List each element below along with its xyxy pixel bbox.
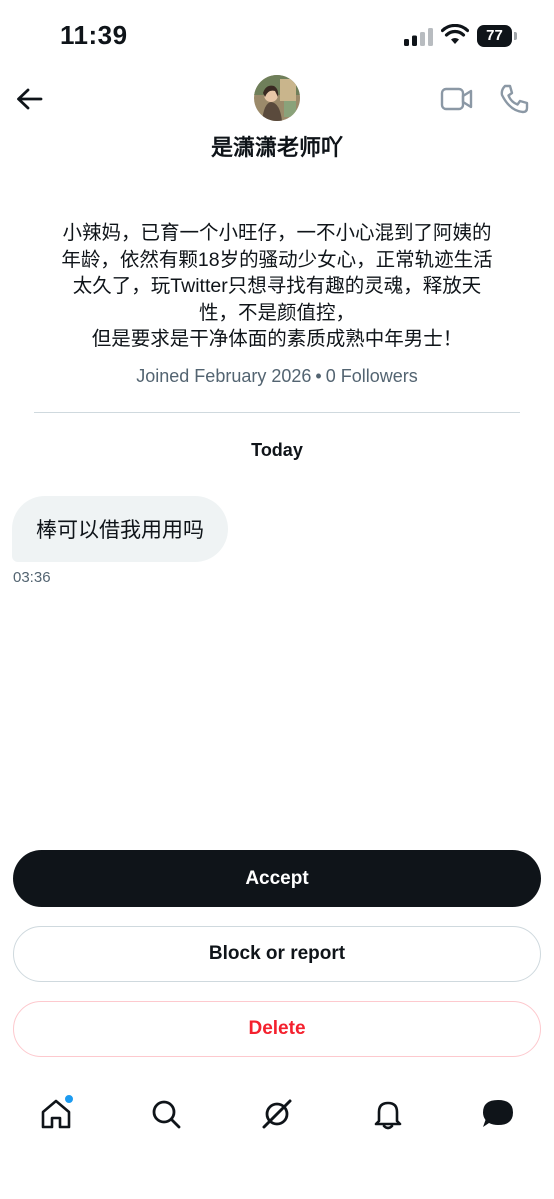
bio-line: 性，不是颜值控，: [198, 301, 355, 324]
video-call-button[interactable]: [440, 84, 474, 114]
battery-icon: 77: [477, 25, 517, 47]
bio-line: 小辣妈，已育一个小旺仔，一不小心混到了阿姨的: [62, 222, 492, 244]
grok-icon: [262, 1099, 292, 1129]
battery-level: 77: [477, 25, 512, 47]
nav-notifications[interactable]: [368, 1094, 408, 1134]
wifi-icon: [441, 24, 469, 44]
status-time: 11:39: [60, 20, 128, 50]
joined-date: Joined February 2026: [136, 366, 312, 386]
battery-cap: [514, 32, 517, 40]
messages-icon: [483, 1100, 513, 1127]
home-notification-dot: [64, 1094, 74, 1104]
delete-button[interactable]: Delete: [13, 1001, 541, 1057]
voice-call-button[interactable]: [498, 83, 530, 115]
display-name: 是潇潇老师吖: [210, 135, 343, 160]
search-icon: [152, 1100, 181, 1129]
video-camera-icon: [440, 87, 473, 111]
date-header: Today: [251, 440, 303, 460]
phone-icon: [500, 84, 529, 114]
block-or-report-button[interactable]: Block or report: [13, 926, 541, 982]
bio-line: 太久了，玩Twitter只想寻找有趣的灵魂，释放天: [72, 275, 482, 297]
bell-icon: [374, 1101, 402, 1130]
profile-bio: 小辣妈，已育一个小旺仔，一不小心混到了阿姨的 年龄，依然有颗18岁的骚动少女心，…: [30, 220, 524, 353]
arrow-left-icon: [17, 88, 43, 110]
dm-request-screen: 11:39 77 是潇潇老师吖 小辣妈，已育一个小旺仔，一不小心混到了阿姨的 年…: [0, 0, 554, 1199]
divider: [34, 412, 520, 413]
message-bubble[interactable]: 棒可以借我用用吗: [12, 496, 228, 562]
message-text: 棒可以借我用用吗: [36, 519, 204, 542]
nav-search[interactable]: [146, 1094, 186, 1134]
nav-messages[interactable]: [478, 1094, 518, 1134]
status-bar: 11:39 77: [0, 0, 554, 72]
avatar[interactable]: [254, 75, 300, 121]
meta-separator: •: [315, 366, 322, 386]
back-button[interactable]: [12, 82, 46, 116]
bottom-nav: [0, 1082, 554, 1152]
nav-grok[interactable]: [257, 1094, 297, 1134]
accept-button[interactable]: Accept: [13, 850, 541, 907]
avatar-image: [254, 75, 300, 121]
bio-line: 但是要求是干净体面的素质成熟中年男士！: [91, 328, 463, 350]
followers-count[interactable]: 0 Followers: [326, 366, 418, 386]
cellular-signal-icon: [404, 28, 433, 46]
message-timestamp: 03:36: [13, 569, 51, 586]
bio-line: 年龄，依然有颗18岁的骚动少女心，正常轨迹生活: [61, 248, 493, 271]
profile-meta: Joined February 2026 • 0 Followers: [0, 366, 554, 387]
